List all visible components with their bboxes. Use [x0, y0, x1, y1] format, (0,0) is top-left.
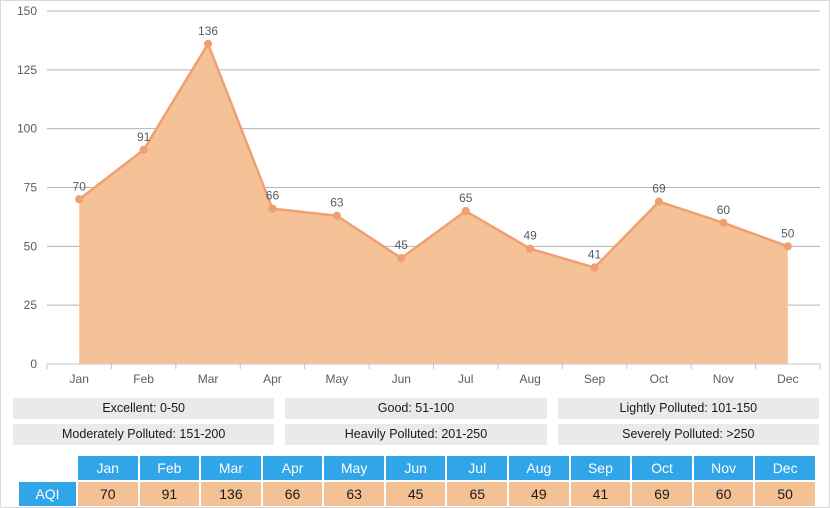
table-data-cell: 49 — [509, 482, 569, 506]
data-point-label: 70 — [73, 179, 87, 193]
data-point-marker[interactable] — [719, 218, 728, 227]
table-data-cell: 136 — [201, 482, 261, 506]
data-point-marker[interactable] — [783, 242, 792, 251]
table-header-cell: Apr — [262, 456, 323, 480]
legend-row: Moderately Polluted: 151-200 Heavily Pol… — [13, 424, 819, 445]
table-header-cell: Feb — [139, 456, 200, 480]
table-data-cell: 69 — [632, 482, 692, 506]
x-axis-tick-label: Jul — [458, 372, 473, 386]
x-axis-tick-label: Aug — [519, 372, 540, 386]
data-point-marker[interactable] — [654, 197, 664, 206]
table-header-cell: Dec — [755, 456, 815, 480]
y-axis-tick-label: 75 — [24, 181, 38, 195]
x-axis-tick-labels-group: Jan Feb Mar Apr May Jun Jul Aug Sep Oct Nov Dec — [70, 372, 799, 386]
legend-item-lightly-polluted[interactable]: Lightly Polluted: 101-150 — [557, 398, 819, 419]
data-point-label: 49 — [523, 229, 537, 243]
legend-item-moderately-polluted[interactable]: Moderately Polluted: 151-200 — [13, 424, 275, 445]
table-row: AQI 70 91 136 66 63 45 65 49 41 69 60 50 — [19, 482, 815, 506]
data-point-label: 65 — [459, 191, 473, 205]
y-axis-tick-label: 125 — [17, 63, 37, 77]
table-header-cell: May — [324, 456, 384, 480]
legend-item-heavily-polluted[interactable]: Heavily Polluted: 201-250 — [285, 424, 547, 445]
y-axis-tick-label: 100 — [17, 122, 37, 136]
table-header-cell: Aug — [509, 456, 569, 480]
x-axis-tick-label: Feb — [133, 372, 154, 386]
data-point-label: 63 — [330, 196, 344, 210]
x-axis-group — [46, 363, 821, 369]
table-header-row: Jan Feb Mar Apr May Jun Jul Aug Sep Oct Nov Dec — [19, 456, 815, 480]
table-header-cell: Oct — [632, 456, 692, 480]
data-point-label: 66 — [266, 189, 280, 203]
table-header-cell: Sep — [570, 456, 631, 480]
table-header-cell: Jun — [385, 456, 446, 480]
x-axis-tick-label: Jan — [70, 372, 89, 386]
data-point-label: 50 — [781, 226, 795, 240]
table-data-cell: 63 — [324, 482, 384, 506]
table-data-cell: 41 — [570, 482, 631, 506]
x-axis-tick-label: Dec — [777, 372, 798, 386]
data-point-marker[interactable] — [397, 254, 406, 263]
data-point-marker[interactable] — [590, 263, 599, 272]
data-point-marker[interactable] — [526, 244, 535, 253]
table-data-cell: 50 — [755, 482, 815, 506]
data-point-label: 69 — [652, 182, 666, 196]
x-axis-tick-label: Sep — [584, 372, 606, 386]
table-data-cell: 91 — [139, 482, 200, 506]
table-data-cell: 65 — [447, 482, 508, 506]
aqi-chart-widget: 0 25 50 75 100 125 150 70 91 136 66 63 45 65 49 41 69 60… — [0, 0, 830, 508]
y-axis-tick-label: 25 — [24, 298, 38, 312]
y-axis-tick-label: 150 — [17, 4, 37, 18]
aqi-area-chart: 0 25 50 75 100 125 150 70 91 136 66 63 45 65 49 41 69 60… — [17, 4, 821, 386]
data-point-label: 136 — [198, 24, 218, 38]
aqi-data-table: Jan Feb Mar Apr May Jun Jul Aug Sep Oct Nov Dec AQI… — [19, 456, 815, 508]
table-header-cell: Jul — [447, 456, 508, 480]
table-corner-cell — [19, 456, 76, 480]
x-axis-tick-label: Nov — [713, 372, 734, 386]
aqi-legend: Excellent: 0-50 Good: 51-100 Lightly Pol… — [13, 398, 819, 450]
table-data-cell: 66 — [262, 482, 323, 506]
y-axis-tick-label: 0 — [30, 357, 37, 371]
data-point-marker[interactable] — [139, 145, 148, 154]
data-point-label: 41 — [588, 248, 602, 262]
data-point-label: 91 — [137, 130, 151, 144]
table-data-cell: 70 — [78, 482, 138, 506]
y-axis-tick-label: 50 — [24, 239, 38, 253]
x-axis-tick-label: May — [326, 372, 349, 386]
legend-item-excellent[interactable]: Excellent: 0-50 — [13, 398, 275, 419]
table-data-cell: 45 — [385, 482, 446, 506]
table-data-cell: 60 — [693, 482, 754, 506]
data-point-marker[interactable] — [268, 204, 277, 213]
x-axis-tick-label: Oct — [650, 372, 669, 386]
data-point-marker[interactable] — [203, 39, 213, 49]
data-point-marker[interactable] — [332, 211, 341, 220]
data-point-marker[interactable] — [461, 206, 470, 216]
table-header-cell: Jan — [78, 456, 138, 480]
table-row-header-aqi: AQI — [19, 482, 76, 506]
data-point-marker[interactable] — [75, 195, 84, 204]
x-axis-tick-label: Apr — [263, 372, 282, 386]
y-axis-labels-group: 0 25 50 75 100 125 150 — [17, 4, 37, 371]
data-point-label: 60 — [717, 203, 731, 217]
table-header-cell: Nov — [693, 456, 754, 480]
data-point-label: 45 — [395, 238, 409, 252]
legend-item-good[interactable]: Good: 51-100 — [285, 398, 547, 419]
x-axis-tick-label: Jun — [392, 372, 411, 386]
x-axis-tick-label: Mar — [198, 372, 219, 386]
legend-item-severely-polluted[interactable]: Severely Polluted: >250 — [557, 424, 819, 445]
legend-row: Excellent: 0-50 Good: 51-100 Lightly Pol… — [13, 398, 819, 419]
chart-plot-area: 0 25 50 75 100 125 150 70 91 136 66 63 45 65 49 41 69 60… — [1, 1, 829, 393]
table-header-cell: Mar — [201, 456, 261, 480]
area-fill-path — [79, 43, 788, 365]
